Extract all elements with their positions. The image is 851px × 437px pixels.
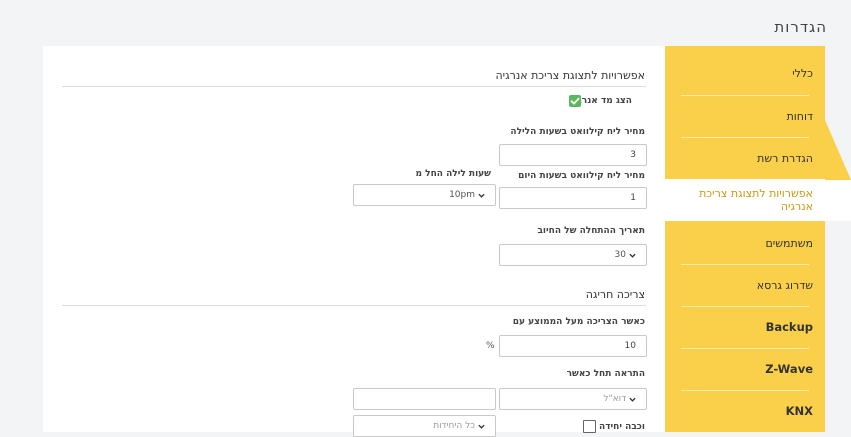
sidebar-item-label: Backup — [765, 320, 813, 334]
header-band — [0, 0, 851, 46]
day-price-input[interactable] — [499, 187, 647, 209]
alert-method-select[interactable]: דוא"ל — [499, 388, 647, 410]
chevron-down-icon — [629, 253, 636, 258]
sidebar-item-label: כללי — [792, 66, 813, 80]
alert-method-placeholder: דוא"ל — [603, 394, 626, 404]
sidebar-item-network[interactable]: הגדרת רשת — [665, 137, 813, 179]
sidebar-item-knx[interactable]: KNX — [665, 390, 813, 432]
anomaly-section-title: צריכה חריגה — [585, 288, 645, 301]
settings-sidebar: כללי דוחות הגדרת רשת אפשרויות לתצוגת צרי… — [665, 46, 851, 432]
sidebar-item-label: KNX — [785, 404, 813, 418]
sidebar-tab-edge — [825, 120, 851, 180]
sidebar-item-label: אפשרויות לתצוגת צריכת אנרגיה — [699, 187, 813, 213]
section-divider — [62, 86, 646, 87]
day-price-label: מחיר ליח קילוואט בשעות היום — [518, 171, 645, 181]
billing-start-label: תאריך ההתחלה של החיוב — [537, 226, 645, 236]
threshold-input[interactable] — [499, 335, 647, 357]
sidebar-item-label: דוחות — [786, 109, 813, 123]
chevron-down-icon — [478, 193, 485, 198]
chevron-down-icon — [629, 397, 636, 402]
sidebar-item-zwave[interactable]: Z-Wave — [665, 348, 813, 390]
sidebar-item-label: Z-Wave — [765, 362, 813, 376]
sidebar-item-upgrade[interactable]: שדרוג גרסא — [665, 264, 813, 306]
sidebar-item-reports[interactable]: דוחות — [665, 95, 813, 137]
energy-section-title: אפשרויות לתצוגת צריכת אנרגיה — [495, 69, 645, 82]
alert-recipient-input[interactable] — [353, 388, 496, 410]
sidebar-item-energy[interactable]: אפשרויות לתצוגת צריכת אנרגיה — [665, 179, 851, 221]
unit-off-label: וכבה יחידה — [599, 422, 645, 432]
night-start-label: שעות לילה החל מ — [415, 169, 491, 179]
settings-panel: אפשרויות לתצוגת צריכת אנרגיה הצג מד אנרג… — [43, 46, 665, 437]
sidebar-item-users[interactable]: משתמשים — [665, 222, 813, 264]
show-meter-checkbox[interactable] — [569, 95, 581, 107]
night-start-select[interactable]: 10pm — [353, 184, 496, 206]
sidebar-item-label: הגדרת רשת — [757, 151, 813, 165]
check-icon — [570, 97, 580, 105]
section-divider — [62, 305, 646, 306]
night-start-value: 10pm — [449, 190, 475, 200]
all-units-select[interactable]: כל היחידות — [353, 415, 496, 437]
billing-start-value: 30 — [614, 250, 626, 260]
threshold-label: כאשר הצריכה מעל הממוצע עם — [512, 317, 645, 327]
chevron-down-icon — [478, 424, 485, 429]
sidebar-item-general[interactable]: כללי — [665, 52, 813, 94]
night-price-label: מחיר ליח קילוואט בשעות הלילה — [510, 127, 645, 137]
unit-off-checkbox[interactable] — [583, 420, 596, 433]
percent-unit: % — [486, 341, 495, 351]
alert-label: התראה תחל כאשר — [566, 369, 645, 379]
page-title: הגדרות — [774, 18, 827, 36]
sidebar-item-label: שדרוג גרסא — [756, 278, 813, 292]
night-price-input[interactable] — [499, 144, 647, 166]
billing-start-select[interactable]: 30 — [499, 244, 647, 266]
sidebar-item-backup[interactable]: Backup — [665, 306, 813, 348]
sidebar-item-label: משתמשים — [765, 236, 813, 250]
all-units-placeholder: כל היחידות — [433, 421, 475, 431]
